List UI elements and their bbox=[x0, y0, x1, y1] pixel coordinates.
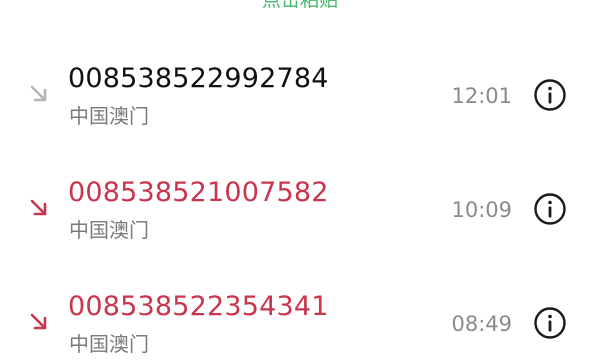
info-circle-icon[interactable] bbox=[533, 192, 567, 226]
info-circle-icon[interactable] bbox=[533, 306, 567, 340]
missed-call-arrow-icon bbox=[30, 199, 47, 216]
call-log-row[interactable]: 008538522354341 中国澳门 08:49 bbox=[0, 278, 600, 360]
call-log-screen: 点击粘贴 008538522992784 中国澳门 12:01 00853852 bbox=[0, 0, 600, 360]
paste-action-link[interactable]: 点击粘贴 bbox=[0, 0, 600, 12]
info-circle-icon[interactable] bbox=[533, 78, 567, 112]
phone-number: 008538522354341 bbox=[68, 291, 329, 322]
phone-number: 008538521007582 bbox=[68, 177, 329, 208]
call-log-row[interactable]: 008538521007582 中国澳门 10:09 bbox=[0, 164, 600, 264]
call-time: 12:01 bbox=[451, 84, 512, 108]
phone-number: 008538522992784 bbox=[68, 63, 329, 94]
call-time: 10:09 bbox=[451, 198, 512, 222]
call-time: 08:49 bbox=[451, 312, 512, 336]
call-location: 中国澳门 bbox=[69, 332, 149, 356]
call-location: 中国澳门 bbox=[69, 104, 149, 128]
call-log-row[interactable]: 008538522992784 中国澳门 12:01 bbox=[0, 50, 600, 150]
call-location: 中国澳门 bbox=[69, 218, 149, 242]
incoming-call-arrow-icon bbox=[30, 85, 47, 102]
missed-call-arrow-icon bbox=[30, 313, 47, 330]
